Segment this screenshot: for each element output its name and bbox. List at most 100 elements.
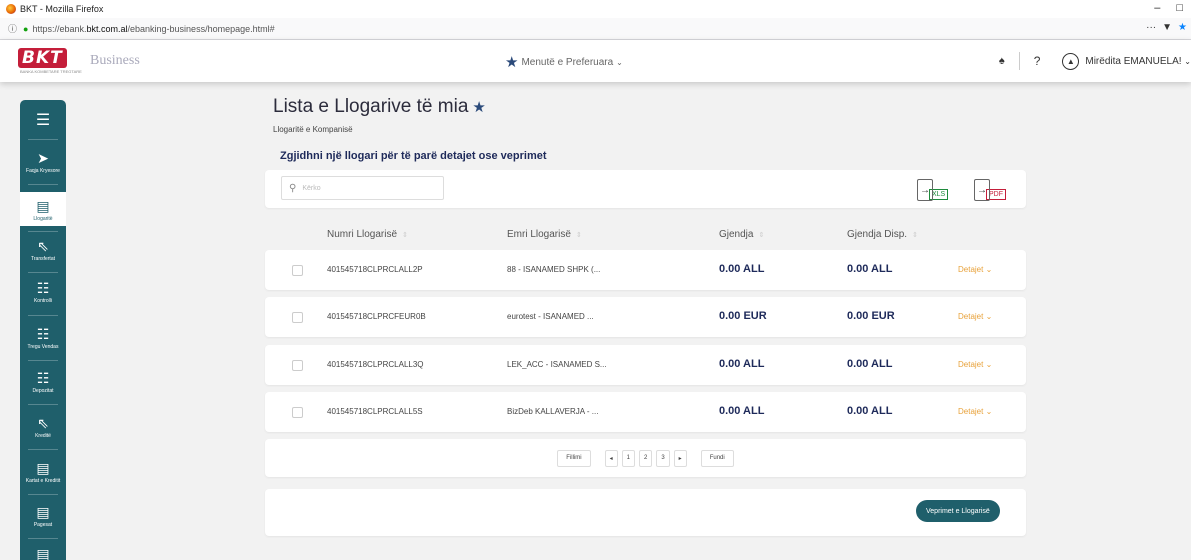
account-icon: ▤ <box>36 198 50 214</box>
column-header-account-name[interactable]: Emri Llogarisë ⇕ <box>507 229 582 240</box>
export-icon <box>974 179 990 201</box>
table-row[interactable]: 401545718CLPRCFEUR0B eurotest - ISANAMED… <box>265 297 1026 337</box>
sort-icon[interactable]: ⇕ <box>576 232 582 239</box>
row-checkbox[interactable] <box>292 407 303 418</box>
chevron-down-icon: ⌄ <box>1184 56 1191 66</box>
chevron-down-icon: ⌄ <box>985 312 993 321</box>
bell-icon[interactable]: ♠ <box>999 55 1005 67</box>
account-name: LEK_ACC - ISANAMED S... <box>507 360 607 369</box>
minimize-icon[interactable]: – <box>1154 2 1160 14</box>
search-card: ⚲ Kërko XLS PDF <box>265 170 1026 208</box>
page-title: Lista e Llogarive të mia ★ <box>273 96 486 117</box>
divider <box>28 404 58 405</box>
bkt-logo[interactable]: BKT BANKA KOMBETARE TREGTARE <box>18 48 82 74</box>
account-name: eurotest - ISANAMED ... <box>507 312 594 321</box>
star-icon: ★ <box>505 54 519 71</box>
details-link[interactable]: Detajet ⌄ <box>958 407 992 416</box>
search-icon: ⚲ <box>289 182 297 194</box>
address-bar[interactable]: ⓘ ● https://ebank.bkt.com.al/ebanking-bu… <box>0 18 1191 40</box>
balance: 0.00 ALL <box>719 263 765 275</box>
first-page-button[interactable]: Fillimi <box>557 449 591 467</box>
favorites-label: Menutë e Preferuara <box>521 56 614 68</box>
account-icon: ▤ <box>36 546 50 560</box>
export-xls-button[interactable]: XLS <box>917 177 949 201</box>
sidebar-item-credit-cards[interactable]: ▤ Kartat e Kreditit <box>20 460 66 485</box>
account-name: BizDeb KALLAVERJA - ... <box>507 407 599 416</box>
window-controls: – □ <box>1154 2 1183 14</box>
account-number: 401545718CLPRCLALL3Q <box>327 360 424 369</box>
account-name: 88 - ISANAMED SHPK (... <box>507 265 601 274</box>
divider <box>28 139 58 140</box>
column-header-balance[interactable]: Gjendja ⇕ <box>719 229 764 240</box>
sort-icon[interactable]: ⇕ <box>912 232 918 239</box>
export-pdf-button[interactable]: PDF <box>974 177 1006 201</box>
prev-page-button[interactable]: ◂ <box>604 449 618 467</box>
info-icon[interactable]: ⓘ <box>8 22 17 35</box>
column-header-available-balance[interactable]: Gjendja Disp. ⇕ <box>847 229 918 240</box>
column-header-account-number[interactable]: Numri Llogarisë ⇕ <box>327 229 408 240</box>
user-menu[interactable]: Mirëdita EMANUELA! ⌄ <box>1085 56 1191 67</box>
user-avatar-icon[interactable]: ▲ <box>1062 52 1080 70</box>
row-checkbox[interactable] <box>292 265 303 276</box>
firefox-icon <box>6 4 16 14</box>
divider <box>28 231 58 232</box>
sidebar-item-home[interactable]: ➤ Faqja Kryesore <box>20 150 66 175</box>
row-checkbox[interactable] <box>292 360 303 371</box>
header-right: ♠ ? ▲ Mirëdita EMANUELA! ⌄ <box>999 40 1191 82</box>
pocket-icon[interactable]: ▼ <box>1162 22 1172 33</box>
table-row[interactable]: 401545718CLPRCLALL2P 88 - ISANAMED SHPK … <box>265 250 1026 290</box>
divider <box>28 360 58 361</box>
page-1-button[interactable]: 1 <box>621 449 635 467</box>
sidebar-item-deposits[interactable]: ☷ Depozitat <box>20 370 66 395</box>
sidebar-item-transfers[interactable]: ⇖ Transfertat <box>20 238 66 263</box>
control-icon: ☷ <box>36 280 50 296</box>
deposit-icon: ☷ <box>36 370 50 386</box>
help-button[interactable]: ? <box>1034 54 1041 68</box>
divider <box>28 272 58 273</box>
card-icon: ▤ <box>36 460 50 476</box>
browser-titlebar: BKT - Mozilla Firefox – □ <box>0 0 1191 18</box>
search-input[interactable]: ⚲ Kërko <box>281 176 444 200</box>
table-row[interactable]: 401545718CLPRCLALL3Q LEK_ACC - ISANAMED … <box>265 345 1026 385</box>
action-card: Veprimet e Llogarisë <box>265 489 1026 536</box>
bookmark-star-icon[interactable]: ★ <box>1178 22 1187 33</box>
row-checkbox[interactable] <box>292 312 303 323</box>
next-page-button[interactable]: ▸ <box>673 449 687 467</box>
transfer-icon: ⇖ <box>37 238 49 254</box>
url-text[interactable]: https://ebank.bkt.com.al/ebanking-busine… <box>32 24 274 34</box>
sidebar-item-market[interactable]: ☷ Tregu Vendas <box>20 326 66 351</box>
favorite-star-icon[interactable]: ★ <box>472 99 485 116</box>
details-link[interactable]: Detajet ⌄ <box>958 312 992 321</box>
credit-icon: ⇖ <box>37 415 49 431</box>
chevron-down-icon: ⌄ <box>985 407 993 416</box>
sidebar-item-accounts[interactable]: ▤ Llogaritë <box>20 192 66 226</box>
details-link[interactable]: Detajet ⌄ <box>958 265 992 274</box>
market-icon: ☷ <box>36 326 50 342</box>
available-balance: 0.00 EUR <box>847 310 895 322</box>
hamburger-menu-icon[interactable]: ☰ <box>20 110 66 130</box>
last-page-button[interactable]: Fundi <box>700 449 734 467</box>
sort-icon[interactable]: ⇕ <box>758 232 764 239</box>
sort-icon[interactable]: ⇕ <box>402 232 408 239</box>
restore-icon[interactable]: □ <box>1176 2 1183 14</box>
divider <box>1018 52 1020 70</box>
brand-label: Business <box>90 53 140 68</box>
divider <box>28 184 58 185</box>
sidebar-item-control[interactable]: ☷ Kontrolli <box>20 280 66 305</box>
page-3-button[interactable]: 3 <box>656 449 670 467</box>
favorites-menu[interactable]: ★ Menutë e Preferuara ⌄ <box>505 53 623 71</box>
divider <box>28 538 58 539</box>
page-2-button[interactable]: 2 <box>638 449 653 467</box>
home-icon: ➤ <box>37 150 49 166</box>
sidebar-item-payments[interactable]: ▤ Pagesat <box>20 504 66 529</box>
details-link[interactable]: Detajet ⌄ <box>958 360 992 369</box>
lock-icon[interactable]: ● <box>23 24 28 34</box>
account-actions-button[interactable]: Veprimet e Llogarisë <box>916 500 1000 522</box>
table-row[interactable]: 401545718CLPRCLALL5S BizDeb KALLAVERJA -… <box>265 392 1026 432</box>
sidebar-item-credits[interactable]: ⇖ Kreditë <box>20 415 66 440</box>
available-balance: 0.00 ALL <box>847 358 893 370</box>
chevron-down-icon: ⌄ <box>985 360 993 369</box>
instruction-text: Zgjidhni një llogari për të parë detajet… <box>280 150 547 162</box>
more-icon[interactable]: ··· <box>1146 22 1156 33</box>
sidebar-item-more[interactable]: ▤ <box>20 546 66 560</box>
